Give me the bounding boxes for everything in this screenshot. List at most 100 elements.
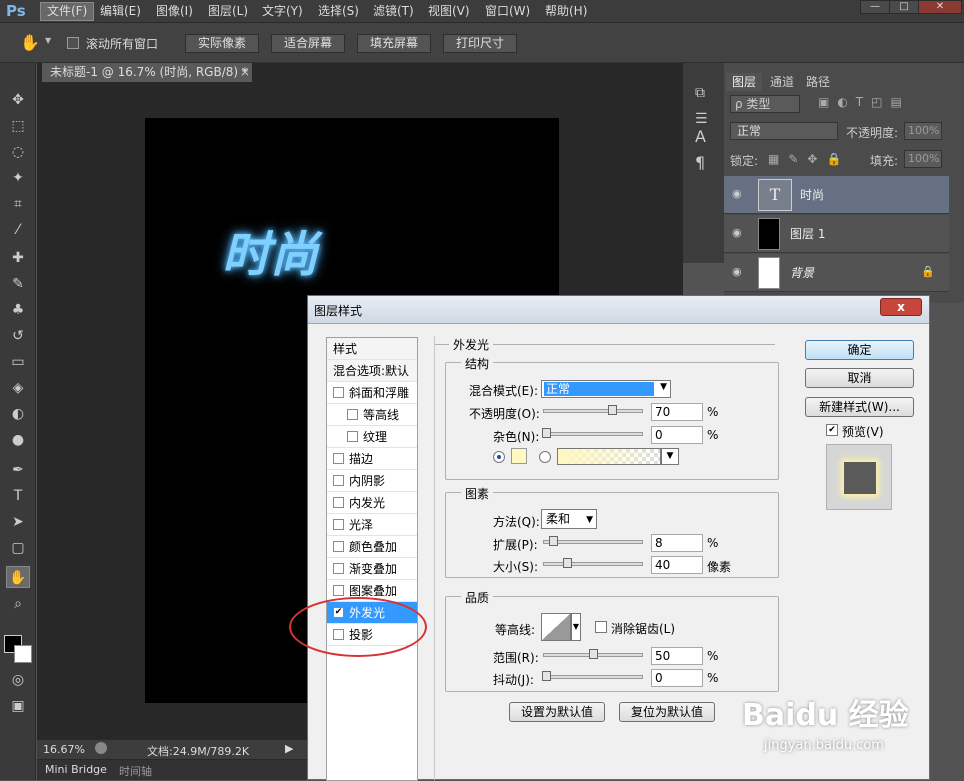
style-checkbox[interactable] xyxy=(333,519,344,530)
style-item[interactable]: 描边 xyxy=(327,448,417,470)
status-menu-arrow-icon[interactable]: ▶ xyxy=(285,742,293,755)
size-slider[interactable] xyxy=(543,558,643,568)
scroll-all-checkbox[interactable] xyxy=(67,37,79,49)
paint-bucket-tool-icon[interactable]: ◈ xyxy=(6,377,30,399)
style-checkbox[interactable] xyxy=(333,453,344,464)
opacity-slider[interactable] xyxy=(543,405,643,415)
noise-slider-knob[interactable] xyxy=(542,428,551,438)
lock-icons[interactable]: ▦✎✥🔒 xyxy=(768,152,850,166)
zoom-level[interactable]: 16.67% xyxy=(43,743,85,756)
tool-preset-chevron-icon[interactable]: ▼ xyxy=(45,36,51,45)
tab-mini-bridge[interactable]: Mini Bridge xyxy=(45,763,107,776)
spread-slider[interactable] xyxy=(543,536,643,546)
actual-pixels-button[interactable]: 实际像素 xyxy=(185,34,259,53)
style-item[interactable]: 光泽 xyxy=(327,514,417,536)
clone-stamp-tool-icon[interactable]: ♣ xyxy=(6,299,30,321)
move-tool-icon[interactable]: ✥ xyxy=(6,89,30,111)
spread-slider-knob[interactable] xyxy=(549,536,558,546)
noise-value[interactable]: 0 xyxy=(651,426,703,444)
style-checkbox[interactable] xyxy=(333,541,344,552)
close-tab-icon[interactable]: × xyxy=(240,63,250,82)
tab-layers[interactable]: 图层 xyxy=(726,73,763,91)
opacity-value[interactable]: 70 xyxy=(651,403,703,421)
layer-row[interactable]: ◉ T 时尚 xyxy=(724,176,949,214)
layer-row[interactable]: ◉ 背景 🔒 xyxy=(724,254,949,292)
new-style-button[interactable]: 新建样式(W)... xyxy=(805,397,914,417)
contour-chevron-icon[interactable]: ▼ xyxy=(571,613,581,641)
zoom-tool-icon[interactable]: ⌕ xyxy=(6,593,30,615)
document-tab[interactable]: 未标题-1 @ 16.7% (时尚, RGB/8) * × xyxy=(42,63,252,82)
menu-help[interactable]: 帮助(H) xyxy=(539,2,593,21)
spread-value[interactable]: 8 xyxy=(651,534,703,552)
preview-checkbox[interactable]: ✔ xyxy=(826,424,838,436)
magic-wand-tool-icon[interactable]: ✦ xyxy=(6,167,30,189)
properties-panel-icon[interactable]: ☰ xyxy=(695,111,708,127)
crop-tool-icon[interactable]: ⌗ xyxy=(6,193,30,215)
fill-screen-button[interactable]: 填充屏幕 xyxy=(357,34,431,53)
menu-select[interactable]: 选择(S) xyxy=(312,2,365,21)
menu-edit[interactable]: 编辑(E) xyxy=(94,2,147,21)
dodge-tool-icon[interactable]: ◐ xyxy=(6,403,30,425)
range-slider[interactable] xyxy=(543,649,643,659)
menu-filter[interactable]: 滤镜(T) xyxy=(367,2,420,21)
lasso-tool-icon[interactable]: ◌ xyxy=(6,141,30,163)
eye-icon[interactable]: ◉ xyxy=(732,265,746,279)
fit-screen-button[interactable]: 适合屏幕 xyxy=(271,34,345,53)
blend-mode-select[interactable]: 正常 xyxy=(730,122,838,140)
gradient-chevron-icon[interactable]: ▼ xyxy=(661,448,679,465)
range-value[interactable]: 50 xyxy=(651,647,703,665)
style-checkbox[interactable] xyxy=(347,431,358,442)
jitter-value[interactable]: 0 xyxy=(651,669,703,687)
marquee-tool-icon[interactable]: ⬚ xyxy=(6,115,30,137)
solid-color-radio[interactable] xyxy=(493,451,505,463)
style-checkbox[interactable] xyxy=(333,563,344,574)
style-item[interactable]: 颜色叠加 xyxy=(327,536,417,558)
menu-image[interactable]: 图像(I) xyxy=(150,2,199,21)
eye-icon[interactable]: ◉ xyxy=(732,187,746,201)
gradient-radio[interactable] xyxy=(539,451,551,463)
layer-filter-select[interactable]: ρ 类型 xyxy=(730,95,800,113)
path-selection-tool-icon[interactable]: ➤ xyxy=(6,511,30,533)
style-checkbox[interactable] xyxy=(333,475,344,486)
pen-tool-icon[interactable]: ✒ xyxy=(6,459,30,481)
tab-paths[interactable]: 路径 xyxy=(800,73,836,91)
menu-layer[interactable]: 图层(L) xyxy=(202,2,254,21)
jitter-slider[interactable] xyxy=(542,671,643,681)
ok-button[interactable]: 确定 xyxy=(805,340,914,360)
style-item[interactable]: 等高线 xyxy=(327,404,417,426)
history-panel-icon[interactable]: ⧉ xyxy=(695,85,705,101)
style-item[interactable]: 纹理 xyxy=(327,426,417,448)
eye-icon[interactable]: ◉ xyxy=(732,226,746,240)
jitter-slider-knob[interactable] xyxy=(542,671,551,681)
style-checkbox[interactable] xyxy=(333,387,344,398)
blur-tool-icon[interactable]: ● xyxy=(6,429,30,451)
screen-mode-icon[interactable]: ▣ xyxy=(6,695,30,717)
gradient-swatch[interactable] xyxy=(557,448,661,465)
opacity-input[interactable]: 100% xyxy=(904,122,942,140)
dialog-titlebar[interactable]: 图层样式 x xyxy=(308,296,929,324)
brush-tool-icon[interactable]: ✎ xyxy=(6,273,30,295)
glow-color-swatch[interactable] xyxy=(511,448,527,464)
style-checkbox[interactable] xyxy=(333,497,344,508)
layer-row[interactable]: ◉ 图层 1 xyxy=(724,215,949,253)
opacity-slider-knob[interactable] xyxy=(608,405,617,415)
hand-tool-icon[interactable]: ✋ xyxy=(6,566,30,588)
size-value[interactable]: 40 xyxy=(651,556,703,574)
range-slider-knob[interactable] xyxy=(589,649,598,659)
quick-mask-icon[interactable]: ◎ xyxy=(6,669,30,691)
styles-header[interactable]: 样式 xyxy=(327,338,417,360)
character-panel-icon[interactable]: A xyxy=(695,127,706,146)
menu-view[interactable]: 视图(V) xyxy=(422,2,476,21)
style-item[interactable]: 斜面和浮雕 xyxy=(327,382,417,404)
noise-slider[interactable] xyxy=(542,428,643,438)
type-tool-icon[interactable]: T xyxy=(6,485,30,507)
size-slider-knob[interactable] xyxy=(563,558,572,568)
set-default-button[interactable]: 设置为默认值 xyxy=(509,702,605,722)
hand-tool-icon[interactable]: ✋ xyxy=(20,33,40,52)
print-size-button[interactable]: 打印尺寸 xyxy=(443,34,517,53)
minimize-button[interactable]: — xyxy=(860,0,890,14)
menu-file[interactable]: 文件(F) xyxy=(40,2,95,21)
restore-button[interactable]: □ xyxy=(889,0,919,14)
dialog-close-button[interactable]: x xyxy=(880,298,922,316)
background-color-swatch[interactable] xyxy=(14,645,32,663)
